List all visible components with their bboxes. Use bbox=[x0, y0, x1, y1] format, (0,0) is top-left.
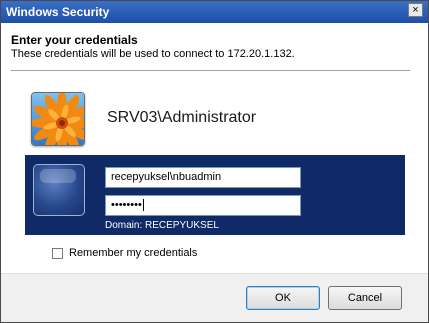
password-mask: •••••••• bbox=[111, 199, 142, 211]
window-title: Windows Security bbox=[6, 5, 110, 19]
saved-user-name[interactable]: SRV03\Administrator bbox=[107, 109, 256, 127]
remember-label[interactable]: Remember my credentials bbox=[69, 247, 197, 259]
cancel-button[interactable]: Cancel bbox=[328, 286, 402, 310]
username-field[interactable]: recepyuksel\nbuadmin bbox=[105, 167, 301, 188]
credential-panel: recepyuksel\nbuadmin •••••••• Domain: RE… bbox=[25, 155, 405, 235]
password-field[interactable]: •••••••• bbox=[105, 195, 301, 216]
title-bar[interactable]: Windows Security × bbox=[1, 1, 428, 23]
dialog-content: Enter your credentials These credentials… bbox=[1, 23, 428, 273]
blank-user-tile-icon bbox=[33, 164, 85, 216]
text-caret bbox=[142, 199, 144, 212]
flower-avatar-icon[interactable] bbox=[31, 92, 85, 146]
credential-dialog: Windows Security × Enter your credential… bbox=[0, 0, 429, 323]
dialog-heading: Enter your credentials bbox=[11, 33, 138, 47]
remember-credentials[interactable]: Remember my credentials bbox=[52, 247, 197, 259]
dialog-subheading: These credentials will be used to connec… bbox=[11, 48, 295, 60]
divider bbox=[11, 70, 410, 71]
ok-button[interactable]: OK bbox=[246, 286, 320, 310]
remember-checkbox[interactable] bbox=[52, 247, 63, 259]
close-button[interactable]: × bbox=[408, 3, 423, 17]
close-icon: × bbox=[412, 3, 419, 16]
dialog-footer: OK Cancel bbox=[1, 273, 428, 322]
domain-label: Domain: RECEPYUKSEL bbox=[105, 220, 219, 231]
